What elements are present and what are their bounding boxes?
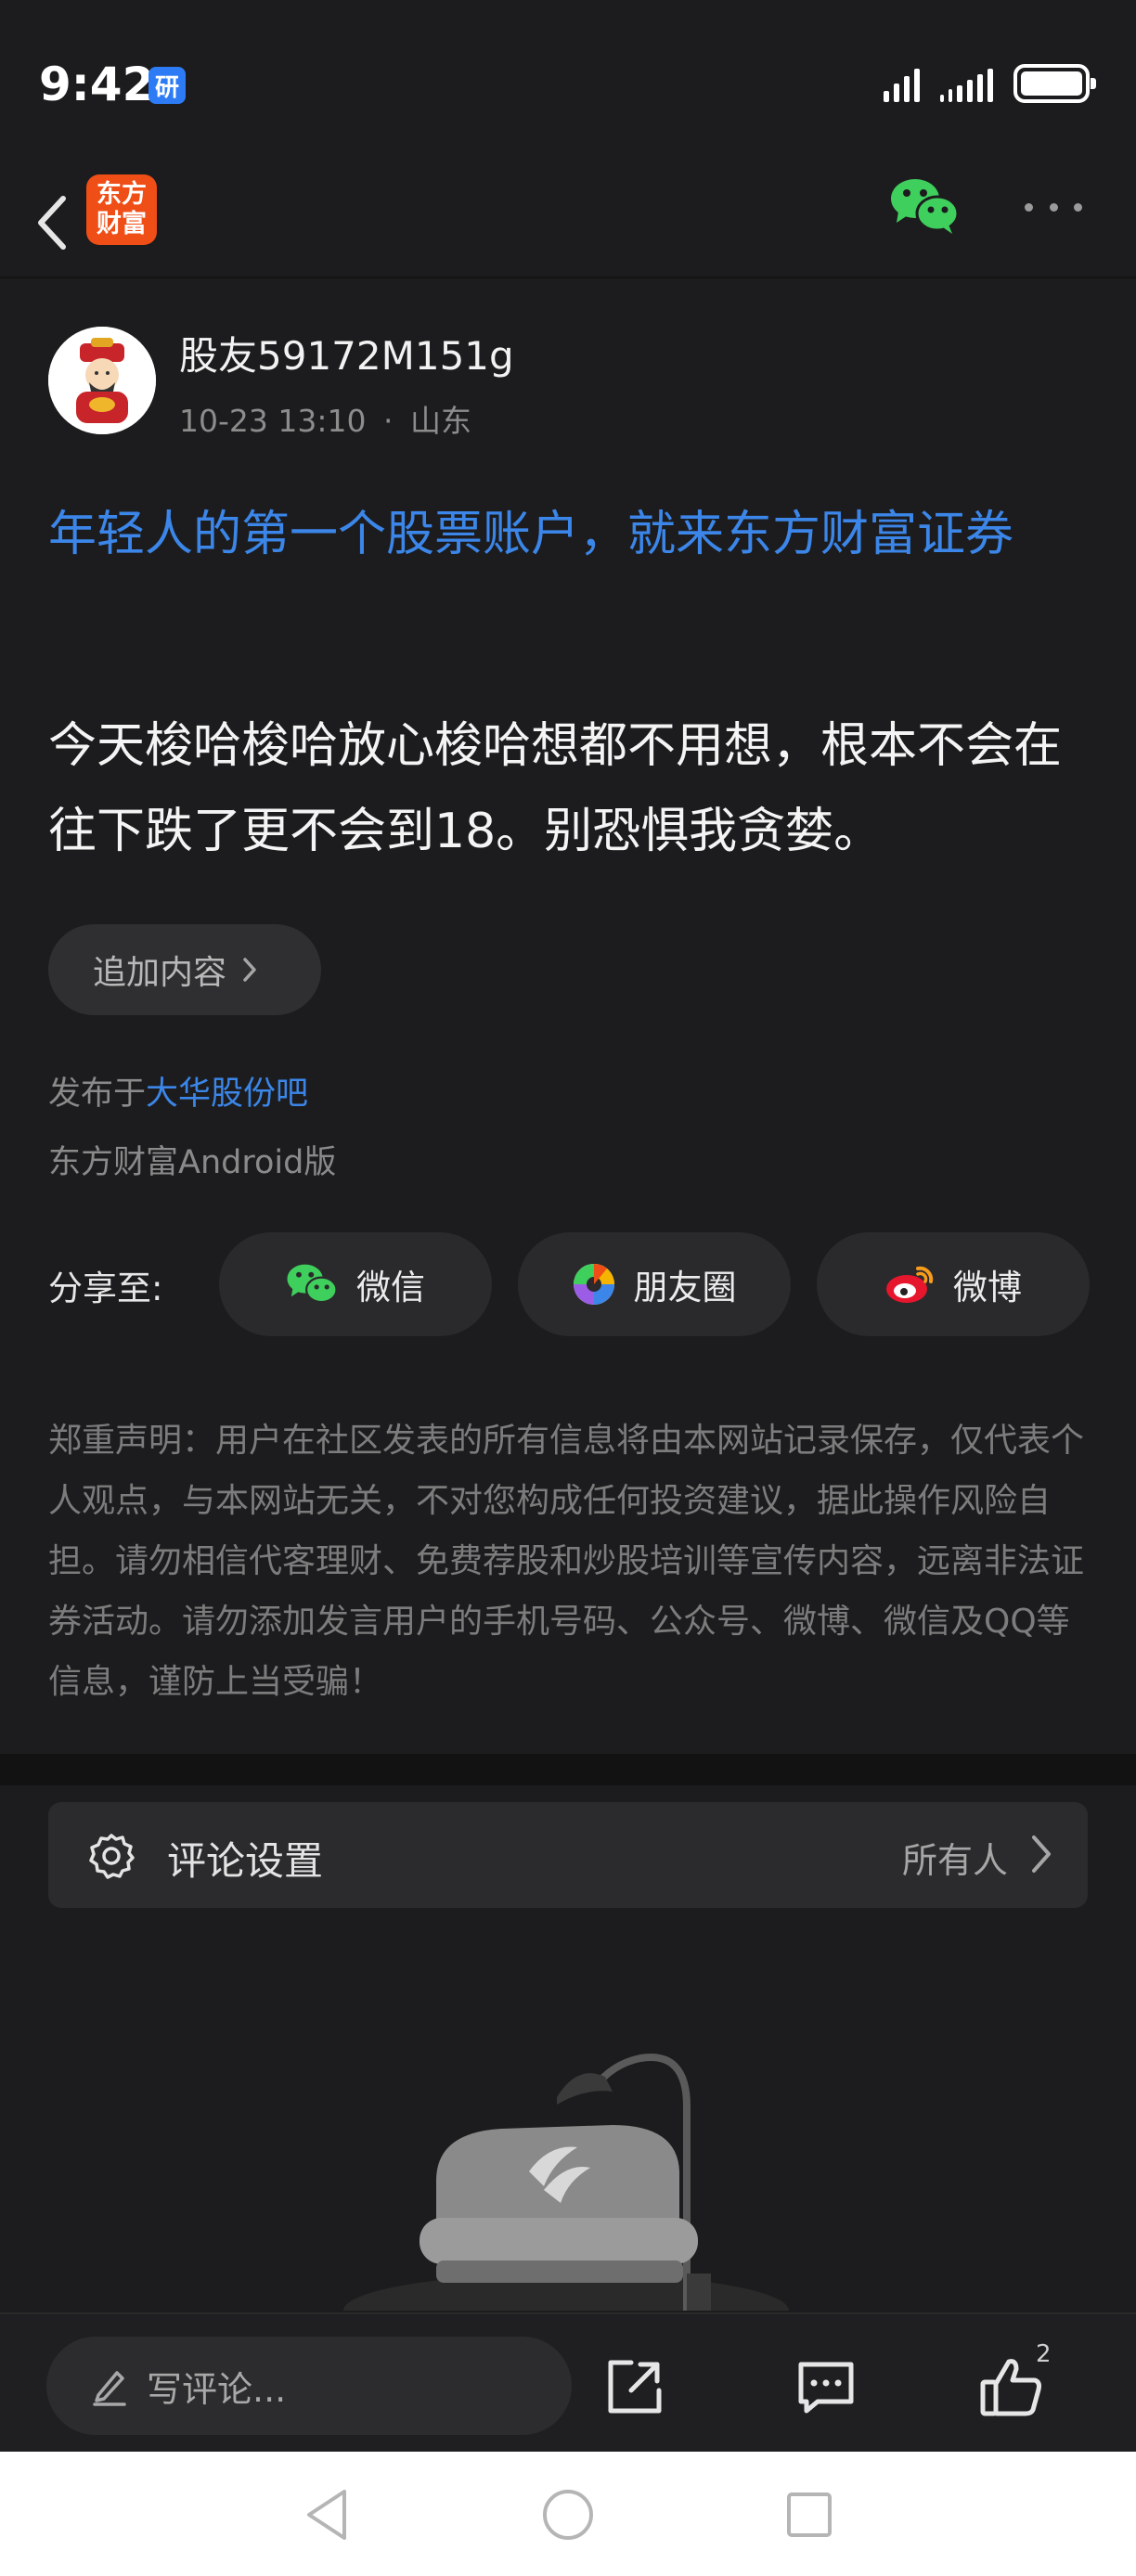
chevron-right-icon bbox=[1032, 1835, 1051, 1873]
client-source: 东方财富Android版 bbox=[48, 1144, 337, 1181]
share-wechat-label: 微信 bbox=[356, 1268, 425, 1307]
post-body: 今天梭哈梭哈放心梭哈想都不用想，根本不会在往下跌了更不会到18。别恐惧我贪婪。 bbox=[48, 718, 1063, 859]
share-weibo-label: 微博 bbox=[953, 1268, 1022, 1307]
more-options-button[interactable] bbox=[1025, 193, 1082, 221]
comment-placeholder: 写评论... bbox=[147, 2368, 287, 2410]
signal-2-icon bbox=[940, 65, 993, 102]
circle-home-icon bbox=[543, 2490, 593, 2540]
like-count: 2 bbox=[1036, 2340, 1052, 2368]
share-moments-button[interactable]: 朋友圈 bbox=[518, 1232, 791, 1336]
empty-comments-illustration bbox=[334, 2032, 798, 2311]
research-badge-icon: 研 bbox=[148, 67, 186, 104]
gear-icon bbox=[89, 1834, 135, 1879]
share-out-icon bbox=[608, 2360, 662, 2414]
share-label: 分享至: bbox=[48, 1269, 163, 1308]
dot-icon bbox=[1049, 202, 1058, 212]
share-moments-label: 朋友圈 bbox=[633, 1268, 737, 1307]
logo-line-2: 财富 bbox=[97, 210, 147, 238]
status-bar: 9:42 研 bbox=[0, 0, 1136, 167]
eastmoney-logo[interactable]: 东方 财富 bbox=[86, 174, 157, 245]
status-time: 9:42 bbox=[39, 58, 155, 111]
signal-icon bbox=[884, 65, 920, 102]
comment-bubble-icon bbox=[798, 2362, 854, 2414]
user-avatar[interactable] bbox=[48, 327, 156, 434]
triangle-back-icon bbox=[307, 2490, 346, 2540]
nav-back-button[interactable] bbox=[297, 2485, 356, 2544]
weibo-icon bbox=[886, 1266, 934, 1303]
forward-button[interactable] bbox=[598, 2350, 672, 2424]
wechat-icon bbox=[891, 179, 960, 234]
wechat-share-button[interactable] bbox=[889, 176, 960, 236]
caishen-avatar-icon bbox=[48, 327, 156, 434]
append-content-label: 追加内容 bbox=[93, 954, 227, 992]
post-meta: 10-23 13:10 · 山东 bbox=[179, 396, 471, 441]
dot-icon bbox=[1025, 202, 1033, 212]
thumbs-up-icon bbox=[980, 2359, 1041, 2416]
system-nav-bar bbox=[0, 2452, 1136, 2576]
write-comment-input[interactable]: 写评论... bbox=[46, 2337, 572, 2435]
status-icons bbox=[884, 61, 1096, 106]
wechat-icon bbox=[287, 1264, 338, 1304]
username[interactable]: 股友59172M151g bbox=[179, 325, 514, 381]
published-in: 发布于大华股份吧 bbox=[48, 1067, 308, 1114]
pencil-icon bbox=[93, 2371, 126, 2406]
bottom-action-bar: 写评论... 2 bbox=[0, 2312, 1136, 2452]
published-prefix: 发布于 bbox=[48, 1075, 147, 1113]
meta-separator: · bbox=[382, 403, 394, 439]
section-divider bbox=[0, 1754, 1136, 1785]
comment-settings-label: 评论设置 bbox=[167, 1838, 324, 1884]
moments-icon bbox=[573, 1264, 614, 1305]
battery-icon bbox=[1013, 64, 1096, 103]
post-location: 山东 bbox=[409, 403, 471, 439]
nav-recents-button[interactable] bbox=[780, 2485, 839, 2544]
append-content-button[interactable]: 追加内容 bbox=[48, 924, 321, 1015]
back-button[interactable] bbox=[24, 193, 80, 252]
chevron-left-icon bbox=[38, 196, 66, 250]
legal-disclaimer: 郑重声明：用户在社区发表的所有信息将由本网站记录保存，仅代表个人观点，与本网站无… bbox=[48, 1422, 1085, 1701]
nav-home-button[interactable] bbox=[538, 2485, 598, 2544]
comment-settings-value: 所有人 bbox=[901, 1840, 1008, 1881]
promo-link[interactable]: 年轻人的第一个股票账户，就来东方财富证券 bbox=[48, 494, 1097, 575]
chevron-right-icon bbox=[243, 958, 256, 982]
comment-settings-row[interactable]: 评论设置 所有人 bbox=[48, 1802, 1088, 1908]
sofa-lamp-icon bbox=[343, 2054, 789, 2311]
post-date: 10-23 13:10 bbox=[179, 403, 367, 439]
stock-bar-link[interactable]: 大华股份吧 bbox=[146, 1075, 308, 1113]
comments-button[interactable] bbox=[789, 2350, 863, 2424]
share-weibo-button[interactable]: 微博 bbox=[817, 1232, 1090, 1336]
logo-line-1: 东方 bbox=[97, 180, 147, 209]
dot-icon bbox=[1074, 202, 1082, 212]
square-recents-icon bbox=[787, 2492, 832, 2537]
top-nav-bar: 东方 财富 bbox=[0, 167, 1136, 278]
share-wechat-button[interactable]: 微信 bbox=[219, 1232, 492, 1336]
